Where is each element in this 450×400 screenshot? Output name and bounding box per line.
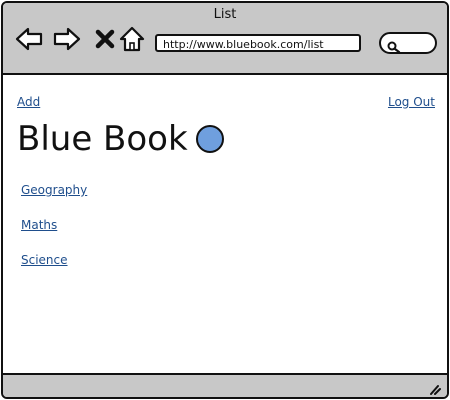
forward-arrow-icon[interactable] — [53, 25, 81, 53]
resize-grip-icon[interactable] — [427, 380, 441, 395]
list-item: Maths — [21, 214, 87, 249]
browser-toolbar: List http://www.bluebook.com/list — [3, 3, 447, 75]
logout-link[interactable]: Log Out — [388, 95, 435, 109]
search-field[interactable] — [379, 32, 437, 54]
subject-link-maths[interactable]: Maths — [21, 218, 57, 232]
status-dot — [195, 125, 224, 153]
subject-list: Geography Maths Science — [21, 179, 87, 284]
subject-link-science[interactable]: Science — [21, 253, 68, 267]
window-title: List — [213, 7, 237, 22]
list-item: Science — [21, 249, 87, 284]
status-bar — [3, 373, 447, 397]
search-icon — [387, 38, 401, 54]
page-title: Blue Book — [17, 119, 188, 159]
back-arrow-icon[interactable] — [15, 25, 43, 53]
page-header: Blue Book — [17, 117, 224, 161]
subject-link-geography[interactable]: Geography — [21, 183, 87, 197]
list-item: Geography — [21, 179, 87, 214]
browser-window: List http://www.bluebook.com/list Add Lo… — [1, 1, 449, 399]
add-link[interactable]: Add — [17, 95, 40, 109]
page-content: Add Log Out Blue Book Geography Maths Sc… — [3, 75, 447, 371]
address-bar[interactable]: http://www.bluebook.com/list — [155, 34, 361, 52]
close-x-icon[interactable] — [91, 25, 119, 53]
home-icon[interactable] — [118, 25, 146, 53]
